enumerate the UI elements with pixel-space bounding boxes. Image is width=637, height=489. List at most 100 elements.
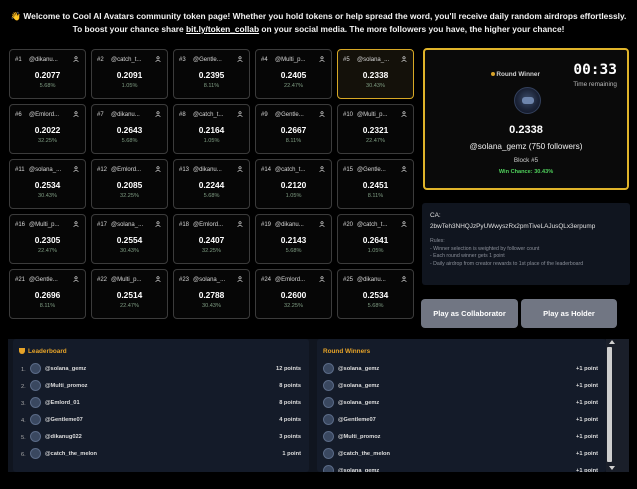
block-card[interactable]: #19 @dikanu... 0.2143 5.68% (255, 214, 332, 264)
banner-line-1: 👋 Welcome to Cool AI Avatars community t… (0, 10, 637, 23)
round-winner-username: @solana_gemz (338, 366, 380, 372)
block-card[interactable]: #13 @dikanu... 0.2244 5.68% (173, 159, 250, 209)
block-card[interactable]: #23 @solana_... 0.2788 30.43% (173, 269, 250, 319)
followers-icon (73, 276, 79, 284)
block-card[interactable]: #6 @Emlord... 0.2022 32.25% (9, 104, 86, 154)
ca-label: CA: (430, 212, 441, 219)
block-value: 0.2085 (116, 180, 143, 190)
block-card[interactable]: #3 @Gentle... 0.2395 8.11% (173, 49, 250, 99)
avatar (30, 414, 41, 425)
block-username: @catch_t... (275, 167, 306, 173)
block-card[interactable]: #7 @dikanu... 0.2643 5.68% (91, 104, 168, 154)
block-value: 0.2244 (198, 180, 225, 190)
block-username: @catch_t... (193, 112, 224, 118)
round-winner-username: @Multi_promoz (338, 434, 381, 440)
block-card[interactable]: #25 @dikanu... 0.2534 5.68% (337, 269, 414, 319)
block-card[interactable]: #5 @solana_... 0.2338 30.43% (337, 49, 414, 99)
block-card[interactable]: #4 @Multi_p... 0.2405 22.47% (255, 49, 332, 99)
block-card[interactable]: #8 @catch_t... 0.2164 1.05% (173, 104, 250, 154)
followers-icon (155, 56, 161, 64)
block-chance: 5.68% (39, 83, 56, 89)
round-winner-panel: Round Winner 00:33 Time remaining 0.2338… (423, 48, 629, 190)
block-number: #13 (179, 167, 190, 173)
block-username: @solana_... (357, 57, 390, 63)
block-number: #8 (179, 112, 186, 118)
scroll-down-arrow-icon[interactable] (609, 466, 615, 470)
rank-number: 1. (21, 367, 26, 373)
followers-icon (401, 166, 407, 174)
block-card[interactable]: #10 @Multi_p... 0.2321 22.47% (337, 104, 414, 154)
block-card[interactable]: #18 @Emlord... 0.2407 32.25% (173, 214, 250, 264)
block-username: @Emlord... (29, 112, 60, 118)
block-card[interactable]: #14 @catch_t... 0.2120 1.05% (255, 159, 332, 209)
block-value: 0.2164 (198, 125, 225, 135)
round-winner-label-text: Round Winner (496, 71, 540, 78)
block-value: 0.2338 (362, 70, 389, 80)
block-username: @Multi_p... (29, 222, 60, 228)
block-chance: 1.05% (285, 193, 302, 199)
rules-title: Rules: (430, 238, 445, 244)
block-value: 0.2143 (280, 235, 307, 245)
block-card[interactable]: #20 @catch_t... 0.2641 1.05% (337, 214, 414, 264)
round-winners-panel[interactable]: Round Winners @solana_gemz +1 point @solan… (317, 339, 606, 472)
round-winner-row: @solana_gemz +1 point (317, 465, 606, 472)
block-number: #11 (15, 167, 25, 173)
block-card[interactable]: #9 @Gentle... 0.2667 8.11% (255, 104, 332, 154)
block-username: @Multi_p... (275, 57, 306, 63)
block-chance: 22.47% (38, 248, 57, 254)
block-username: @Emlord... (111, 167, 142, 173)
block-username: @Gentle... (357, 167, 386, 173)
block-chance: 1.05% (203, 138, 220, 144)
block-username: @solana_... (29, 167, 62, 173)
play-as-collaborator-button[interactable]: Play as Collaborator (421, 299, 518, 328)
leaderboard-row: 1. @solana_gemz 12 points (13, 363, 309, 379)
block-card[interactable]: #21 @Gentle... 0.2696 8.11% (9, 269, 86, 319)
leader-points: 1 point (282, 451, 301, 457)
block-grid: #1 @dikanu... 0.2077 5.68% #2 @catch_t... 0.20… (9, 49, 414, 319)
avatar (323, 363, 334, 374)
leaderboard-row: 5. @dikanug022 3 points (13, 431, 309, 447)
followers-icon (237, 276, 243, 284)
followers-icon (401, 111, 407, 119)
avatar (30, 431, 41, 442)
block-username: @Emlord... (275, 277, 306, 283)
block-card[interactable]: #22 @Multi_p... 0.2514 22.47% (91, 269, 168, 319)
block-card[interactable]: #2 @catch_t... 0.2091 1.05% (91, 49, 168, 99)
block-chance: 8.11% (285, 138, 302, 144)
share-link[interactable]: bit.ly/token_collab (186, 24, 259, 34)
scroll-up-arrow-icon[interactable] (609, 340, 615, 344)
scrollbar-thumb[interactable] (607, 347, 612, 462)
round-winner-label: Round Winner (491, 71, 540, 78)
rank-number: 5. (21, 435, 26, 441)
block-card[interactable]: #16 @Multi_p... 0.2305 22.47% (9, 214, 86, 264)
block-username: @dikanu... (275, 222, 304, 228)
welcome-banner: 👋 Welcome to Cool AI Avatars community t… (0, 10, 637, 36)
block-number: #5 (343, 57, 350, 63)
banner-text-1: Welcome to Cool AI Avatars community tok… (23, 11, 627, 21)
contract-address[interactable]: 2bwTeh3NHQJzPyUWwyszRx2pmTiveLAJusQLx3er… (430, 223, 595, 230)
block-card[interactable]: #17 @solana_... 0.2554 30.43% (91, 214, 168, 264)
round-winner-points: +1 point (576, 366, 598, 372)
leaderboard-title: Leaderboard (19, 348, 67, 355)
block-value: 0.2643 (116, 125, 143, 135)
winner-username: @solana_gemz (750 followers) (469, 142, 583, 151)
avatar (323, 431, 334, 442)
block-value: 0.2514 (116, 290, 143, 300)
block-card[interactable]: #1 @dikanu... 0.2077 5.68% (9, 49, 86, 99)
play-as-holder-button[interactable]: Play as Holder (521, 299, 617, 328)
followers-icon (401, 276, 407, 284)
block-username: @Emlord... (193, 222, 224, 228)
banner-text-2a: To boost your chance share (72, 24, 187, 34)
block-card[interactable]: #15 @Gentle... 0.2451 8.11% (337, 159, 414, 209)
winner-block-number: Block #5 (513, 157, 539, 164)
round-winner-username: @solana_gemz (338, 468, 380, 472)
block-username: @solana_... (111, 222, 144, 228)
block-card[interactable]: #11 @solana_... 0.2534 30.43% (9, 159, 86, 209)
followers-icon (237, 56, 243, 64)
block-card[interactable]: #12 @Emlord... 0.2085 32.25% (91, 159, 168, 209)
block-number: #3 (179, 57, 186, 63)
block-card[interactable]: #24 @Emlord... 0.2600 32.25% (255, 269, 332, 319)
block-chance: 30.43% (38, 193, 57, 199)
followers-icon (401, 221, 407, 229)
round-winner-row: @solana_gemz +1 point (317, 397, 606, 413)
